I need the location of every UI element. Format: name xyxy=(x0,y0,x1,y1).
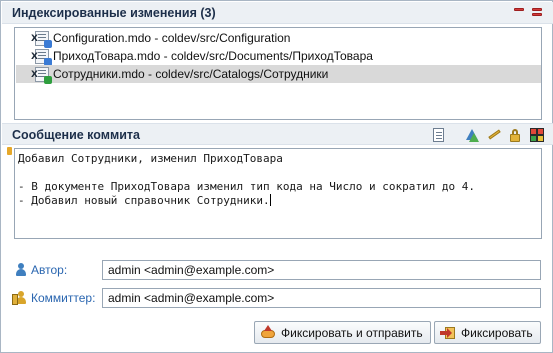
editor-marker-icon xyxy=(7,147,12,155)
commit-message-line: - Добавил новый справочник Сотрудники. xyxy=(18,194,271,207)
amend-icon[interactable] xyxy=(485,127,501,143)
file-label: Сотрудники.mdo - coldev/src/Catalogs/Сот… xyxy=(53,67,329,81)
committer-field[interactable]: admin <admin@example.com> xyxy=(102,288,541,308)
committer-row: Коммиттер: xyxy=(12,288,96,308)
commit-label: Фиксировать xyxy=(461,325,533,340)
mdo-file-icon: X xyxy=(31,48,52,66)
lock-icon[interactable] xyxy=(507,127,523,143)
commit-message-line: - В документе ПриходТовара изменил тип к… xyxy=(18,180,475,193)
staged-file-list[interactable]: X Configuration.mdo - coldev/src/Configu… xyxy=(14,27,542,120)
commit-icon xyxy=(440,325,456,341)
commit-message-header: Сообщение коммита xyxy=(2,123,553,145)
author-label: Автор: xyxy=(31,263,68,277)
change-id-icon[interactable] xyxy=(529,127,545,143)
staged-changes-header: Индексированные изменения (3) xyxy=(2,2,553,24)
mdo-file-icon: X xyxy=(31,30,52,48)
list-item[interactable]: X Configuration.mdo - coldev/src/Configu… xyxy=(16,29,541,48)
commit-message-toolbar xyxy=(431,127,545,143)
author-field[interactable]: admin <admin@example.com> xyxy=(102,260,541,280)
staged-changes-title: Индексированные изменения (3) xyxy=(12,6,216,20)
author-row: Автор: xyxy=(14,260,67,280)
committer-label: Коммиттер: xyxy=(31,291,96,305)
list-item-selected[interactable]: X Сотрудники.mdo - coldev/src/Catalogs/С… xyxy=(16,65,541,84)
commit-message-editor[interactable]: Добавил Сотрудники, изменил ПриходТовара… xyxy=(14,148,542,239)
commit-and-push-button[interactable]: Фиксировать и отправить xyxy=(254,321,431,344)
commit-message-line-text: - Добавил новый справочник Сотрудники. xyxy=(18,194,270,207)
commit-panel: Индексированные изменения (3) X Configur… xyxy=(0,0,553,353)
unstage-selected-icon[interactable] xyxy=(513,7,525,18)
author-icon xyxy=(14,263,28,277)
committer-icon xyxy=(12,291,28,305)
text-caret xyxy=(269,194,271,206)
file-label: ПриходТовара.mdo - coldev/src/Documents/… xyxy=(53,49,373,63)
added-badge-icon xyxy=(44,75,52,84)
sign-off-icon[interactable] xyxy=(463,127,479,143)
commit-button[interactable]: Фиксировать xyxy=(434,321,541,344)
list-item[interactable]: X ПриходТовара.mdo - coldev/src/Document… xyxy=(16,47,541,66)
commit-and-push-label: Фиксировать и отправить xyxy=(281,325,423,340)
staged-toolbar xyxy=(513,7,543,18)
unstage-all-icon[interactable] xyxy=(531,7,543,18)
toolbar-separator xyxy=(453,127,457,143)
file-label: Configuration.mdo - coldev/src/Configura… xyxy=(53,31,291,45)
compare-icon[interactable] xyxy=(431,127,447,143)
commit-message-line: Добавил Сотрудники, изменил ПриходТовара xyxy=(18,152,283,165)
push-icon xyxy=(260,324,276,341)
mdo-file-icon: X xyxy=(31,66,52,84)
commit-message-title: Сообщение коммита xyxy=(12,128,140,142)
